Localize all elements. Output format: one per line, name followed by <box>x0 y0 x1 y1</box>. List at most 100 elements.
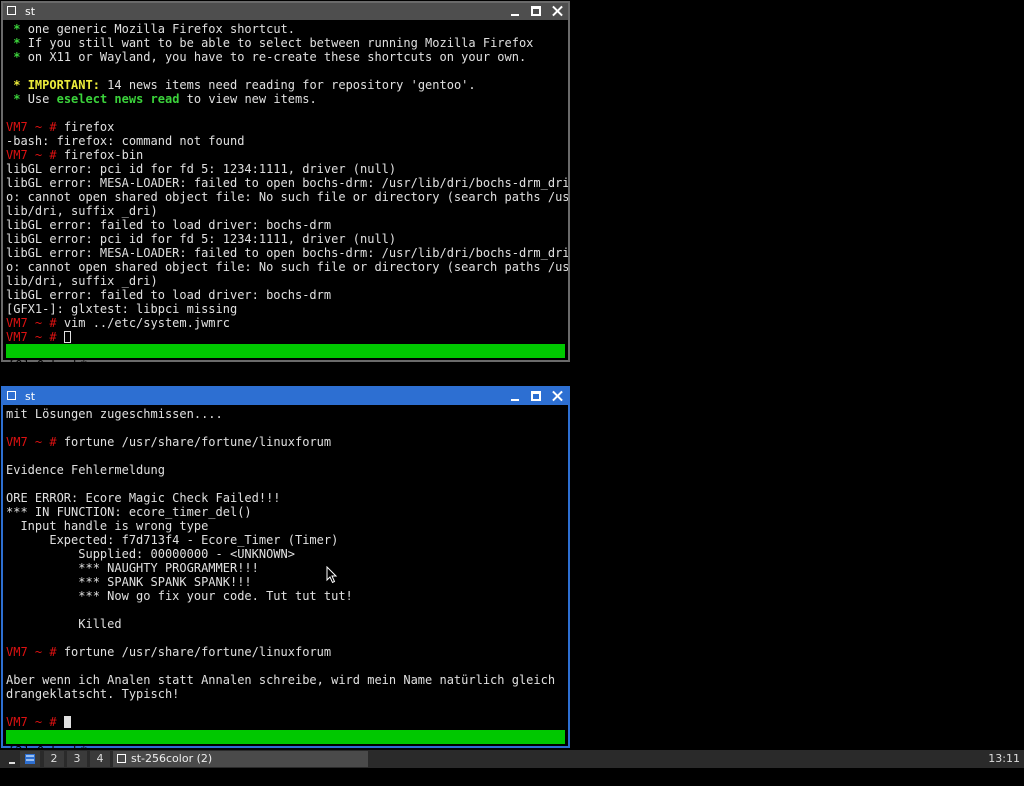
terminal-text: Aber wenn ich Analen statt Annalen schre… <box>6 673 556 687</box>
terminal-text: libGL error: MESA-LOADER: failed to open… <box>6 176 568 190</box>
desktop-pager-icon <box>25 754 35 764</box>
terminal-window-bottom[interactable]: st mit Lösungen zugeschmissen.... VM7 ~ #… <box>1 386 570 772</box>
terminal-text: libGL error: pci id for fd 5: 1234:1111,… <box>6 162 397 176</box>
terminal-text: vim ../etc/system.jwmrc <box>63 316 230 330</box>
tmux-status-bar: [0] 0:bash* "root@:~" 13:11 07-May-22 <box>6 344 565 386</box>
terminal-text: ~ # <box>27 435 64 449</box>
terminal-text: ~ # <box>27 120 64 134</box>
terminal-line: Expected: f7d713f4 - Ecore_Timer (Timer) <box>6 533 568 547</box>
desktop-4-button[interactable]: 4 <box>90 751 110 767</box>
terminal-line: VM7 ~ # firefox-bin <box>6 148 568 162</box>
terminal-line: Killed <box>6 617 568 631</box>
terminal-line: o: cannot open shared object file: No su… <box>6 190 568 204</box>
taskbar: 2 3 4 st-256color (2) 13:11 <box>0 750 1024 768</box>
terminal-text: o: cannot open shared object file: No su… <box>6 190 568 204</box>
terminal-line: lib/dri, suffix _dri) <box>6 204 568 218</box>
terminal-text: libGL error: failed to load driver: boch… <box>6 288 332 302</box>
terminal-text: *** NAUGHTY PROGRAMMER!!! <box>6 561 259 575</box>
terminal-text: Killed <box>6 617 122 631</box>
terminal-text: drangeklatscht. Typisch! <box>6 687 180 701</box>
terminal-text: Expected: f7d713f4 - Ecore_Timer (Timer) <box>6 533 339 547</box>
terminal-text: ~ # <box>27 645 64 659</box>
desktop-3-button[interactable]: 3 <box>67 751 87 767</box>
taskbar-task-st[interactable]: st-256color (2) <box>113 751 368 767</box>
terminal-line: VM7 ~ # fortune /usr/share/fortune/linux… <box>6 435 568 449</box>
desktop-1-button[interactable] <box>20 751 40 767</box>
window-title: st <box>25 5 36 18</box>
terminal-text: VM7 <box>6 316 28 330</box>
window-icon[interactable] <box>7 391 16 400</box>
terminal-line: libGL error: failed to load driver: boch… <box>6 218 568 232</box>
terminal-text: VM7 <box>6 715 28 729</box>
text-cursor <box>63 716 71 728</box>
status-left: [0] 0:bash* <box>8 358 88 372</box>
terminal-output[interactable]: * one generic Mozilla Firefox shortcut. … <box>3 20 568 346</box>
terminal-line: -bash: firefox: command not found <box>6 134 568 148</box>
minimize-icon[interactable] <box>508 4 523 19</box>
clock[interactable]: 13:11 <box>988 750 1020 768</box>
window-icon[interactable] <box>7 6 16 15</box>
terminal-text: If you still want to be able to select b… <box>27 36 534 50</box>
terminal-output[interactable]: mit Lösungen zugeschmissen.... VM7 ~ # fo… <box>3 405 568 732</box>
task-label: st-256color (2) <box>131 752 213 765</box>
terminal-line: libGL error: MESA-LOADER: failed to open… <box>6 246 568 260</box>
tmux-status-bar: [2] 0:bash* "VM7.collabnet.local" 13:10 … <box>6 730 565 772</box>
terminal-line: mit Lösungen zugeschmissen.... <box>6 407 568 421</box>
terminal-text: VM7 <box>6 435 28 449</box>
terminal-text: one generic Mozilla Firefox shortcut. <box>27 22 295 36</box>
status-right: "root@:~" 13:11 07-May-22 <box>383 372 564 386</box>
terminal-text: -bash: firefox: command not found <box>6 134 245 148</box>
terminal-text: ~ # <box>27 330 64 344</box>
terminal-text: * <box>6 50 28 64</box>
terminal-line: * on X11 or Wayland, you have to re-crea… <box>6 50 568 64</box>
terminal-line: VM7 ~ # vim ../etc/system.jwmrc <box>6 316 568 330</box>
close-icon[interactable] <box>550 4 565 19</box>
terminal-text: mit Lösungen zugeschmissen.... <box>6 407 223 421</box>
terminal-line: libGL error: pci id for fd 5: 1234:1111,… <box>6 162 568 176</box>
terminal-text: on X11 or Wayland, you have to re-create… <box>27 50 527 64</box>
terminal-text: ORE ERROR: Ecore Magic Check Failed!!! <box>6 491 281 505</box>
terminal-line: *** IN FUNCTION: ecore_timer_del() <box>6 505 568 519</box>
terminal-line: VM7 ~ # <box>6 330 568 344</box>
terminal-text: *** Now go fix your code. Tut tut tut! <box>6 589 353 603</box>
terminal-line: * Use eselect news read to view new item… <box>6 92 568 106</box>
terminal-window-top[interactable]: st * one generic Mozilla Firefox shortcu… <box>1 1 570 386</box>
terminal-text: *** IN FUNCTION: ecore_timer_del() <box>6 505 252 519</box>
terminal-line: VM7 ~ # firefox <box>6 120 568 134</box>
title-bar[interactable]: st <box>3 3 568 20</box>
terminal-line: [GFX1-]: glxtest: libpci missing <box>6 302 568 316</box>
terminal-line: o: cannot open shared object file: No su… <box>6 260 568 274</box>
terminal-line: * IMPORTANT: 14 news items need reading … <box>6 78 568 92</box>
terminal-text: ~ # <box>27 148 64 162</box>
terminal-text: lib/dri, suffix _dri) <box>6 204 158 218</box>
terminal-text: * <box>6 78 28 92</box>
terminal-text: Evidence Fehlermeldung <box>6 463 165 477</box>
terminal-text: lib/dri, suffix _dri) <box>6 274 158 288</box>
title-bar[interactable]: st <box>3 388 568 405</box>
maximize-icon[interactable] <box>529 4 544 19</box>
terminal-line: Input handle is wrong type <box>6 519 568 533</box>
terminal-text: 14 news items need reading for repositor… <box>99 78 476 92</box>
maximize-icon[interactable] <box>529 389 544 404</box>
close-icon[interactable] <box>550 389 565 404</box>
terminal-line: libGL error: MESA-LOADER: failed to open… <box>6 176 568 190</box>
desktop-2-button[interactable]: 2 <box>44 751 64 767</box>
terminal-line: lib/dri, suffix _dri) <box>6 274 568 288</box>
terminal-text: ~ # <box>27 316 64 330</box>
show-desktop-button[interactable] <box>4 750 20 768</box>
terminal-text: firefox-bin <box>63 148 144 162</box>
terminal-text: o: cannot open shared object file: No su… <box>6 260 568 274</box>
terminal-line: libGL error: pci id for fd 5: 1234:1111,… <box>6 232 568 246</box>
terminal-text: IMPORTANT: <box>27 78 100 92</box>
minimize-icon[interactable] <box>508 389 523 404</box>
terminal-text: eselect news read <box>56 92 180 106</box>
terminal-text: VM7 <box>6 330 28 344</box>
